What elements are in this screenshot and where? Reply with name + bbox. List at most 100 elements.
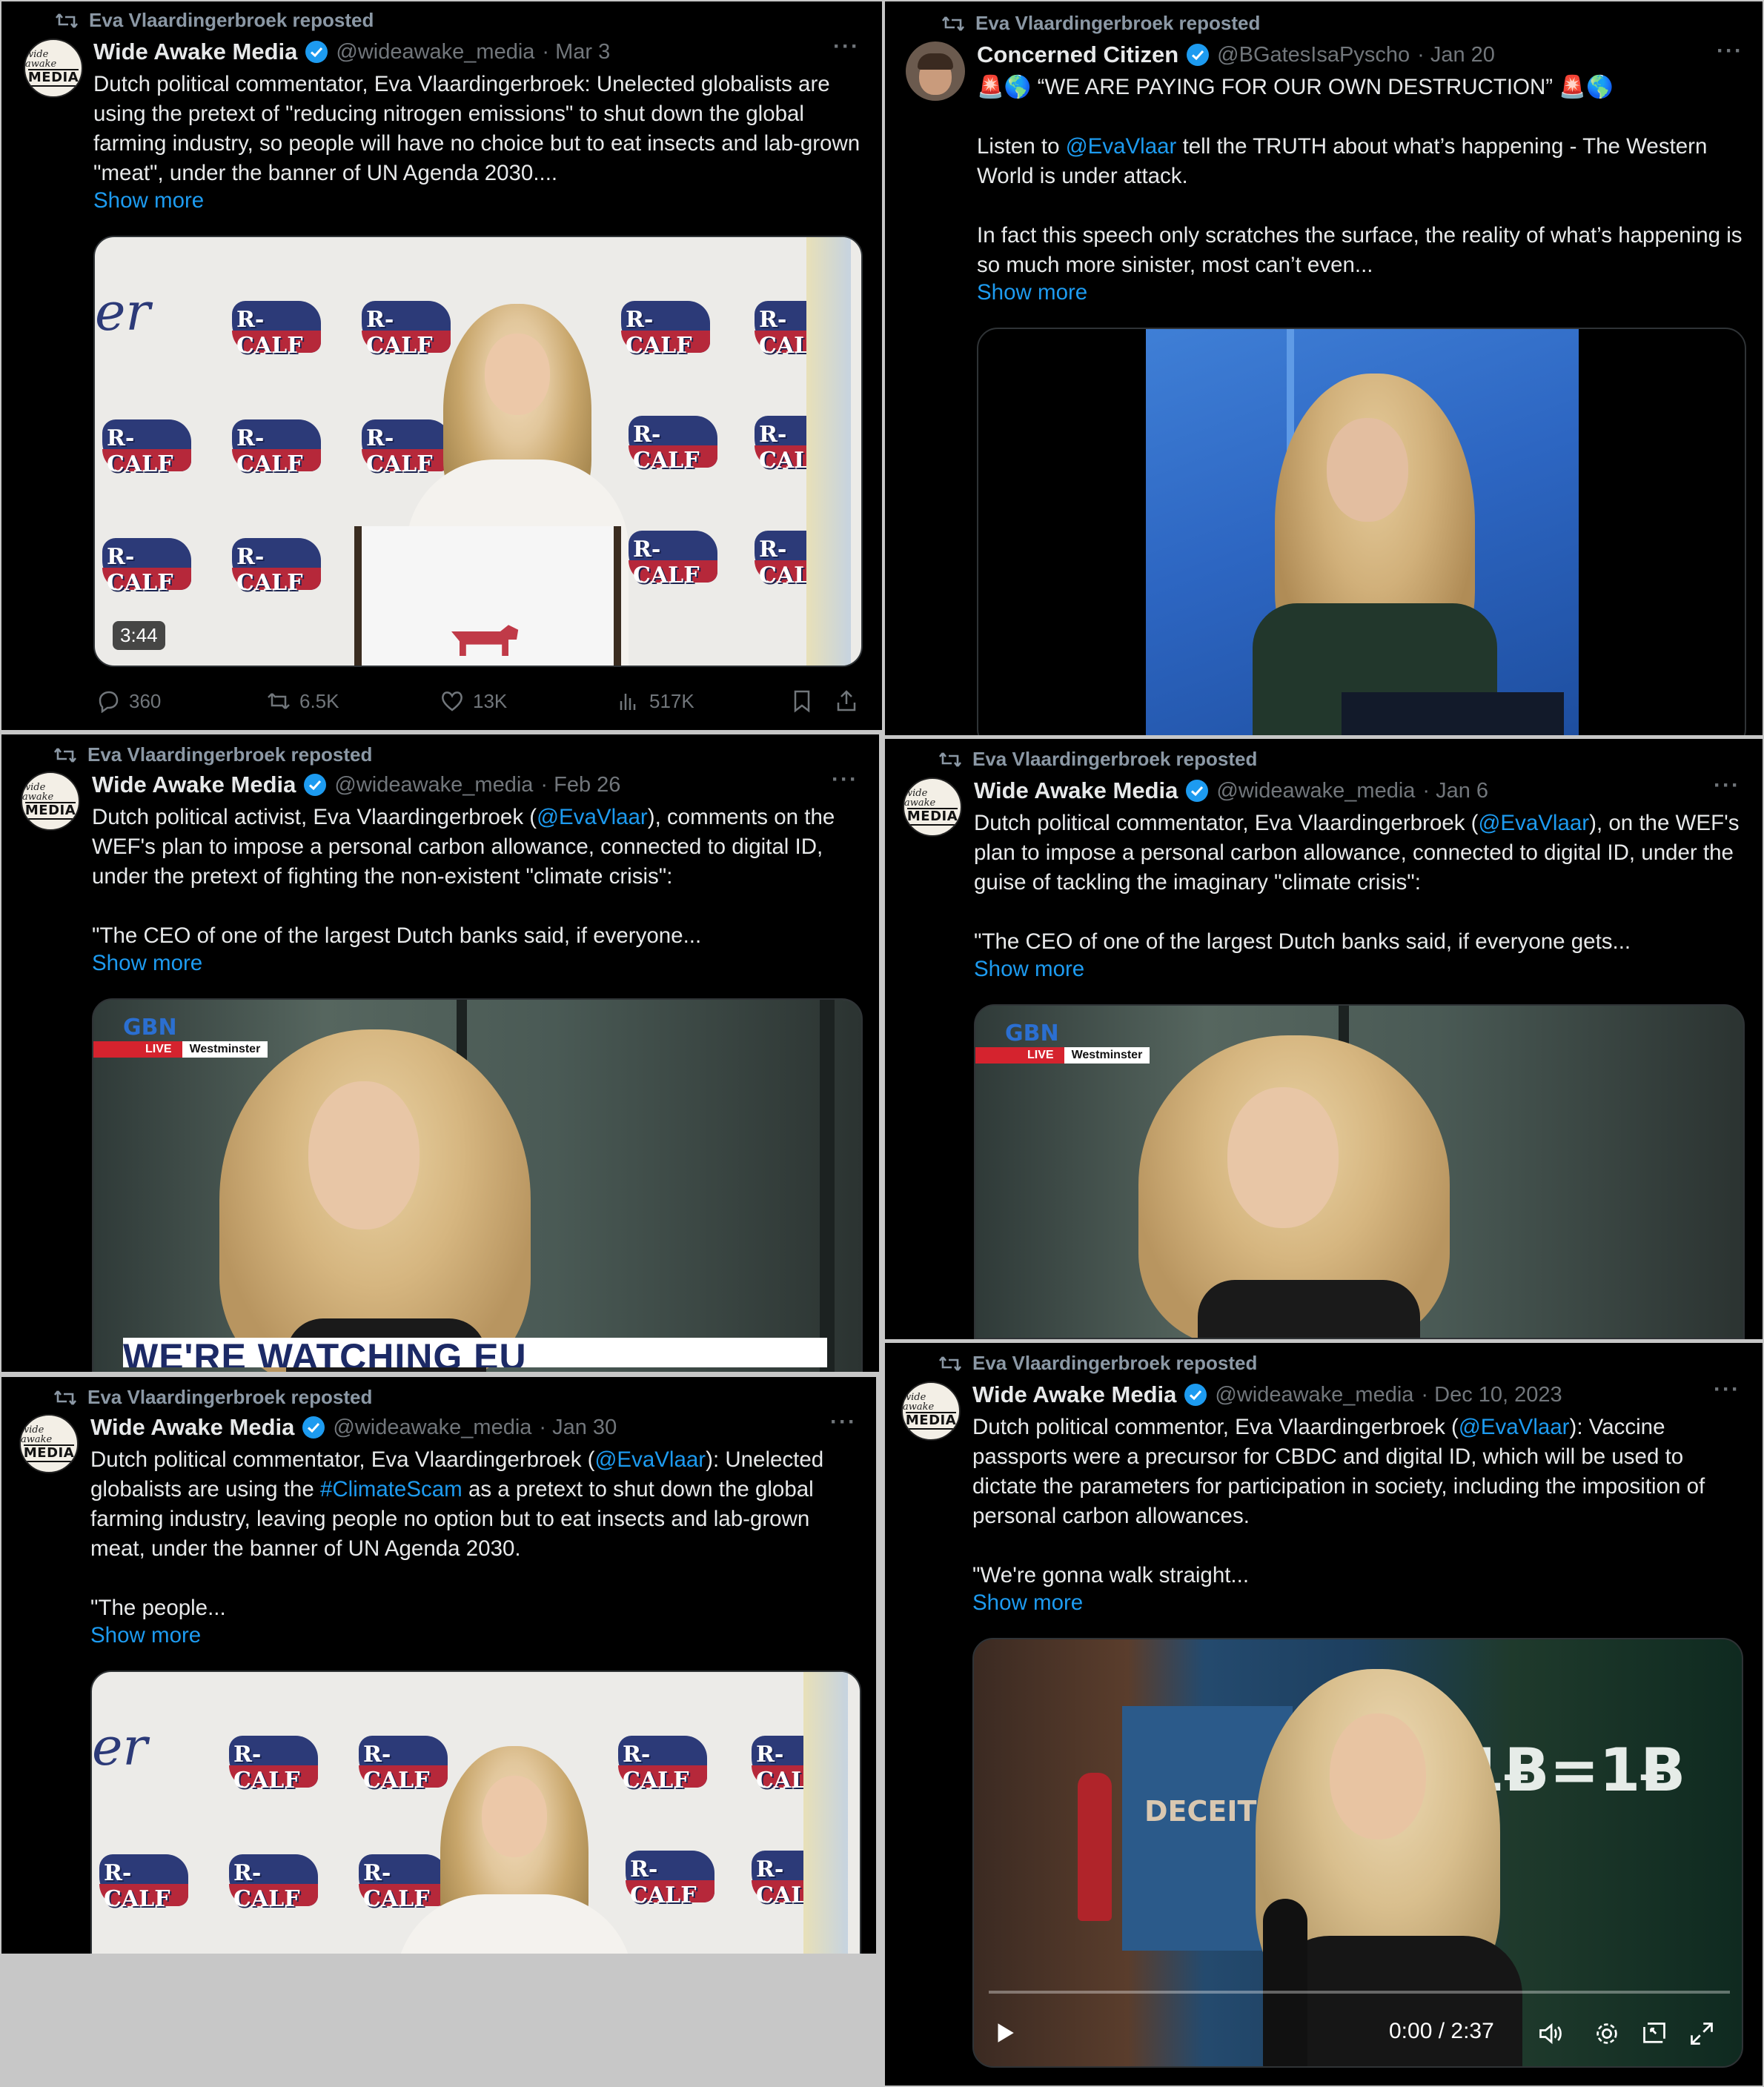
volume-icon[interactable]: [1537, 2020, 1564, 2047]
mention-link[interactable]: @EvaVlaar: [1478, 811, 1589, 835]
post-quote: "The CEO of one of the largest Dutch ban…: [92, 923, 702, 948]
speaker-face: [1227, 1087, 1339, 1228]
show-more-link[interactable]: Show more: [974, 957, 1084, 982]
poster-text: DECEIT: [1144, 1795, 1257, 1828]
mention-link[interactable]: @EvaVlaar: [537, 805, 648, 829]
post-text-para2: In fact this speech only scratches the s…: [977, 223, 1748, 277]
post-date[interactable]: · Dec 10, 2023: [1421, 1383, 1562, 1407]
video-media[interactable]: er R-CALF R-CALF R-CALF R-CALF R-CALF R-…: [90, 1670, 861, 1954]
more-icon[interactable]: ···: [832, 767, 858, 792]
views-button[interactable]: 517K: [617, 689, 694, 713]
hashtag-link[interactable]: #ClimateScam: [320, 1477, 462, 1502]
post-tile-1[interactable]: Eva Vlaardingerbroek reposted wide awake…: [1, 1, 882, 730]
video-media[interactable]: GBN LIVE Westminster WE'RE WATCHING EU: [92, 998, 863, 1372]
verified-badge-icon: [1184, 1384, 1207, 1406]
show-more-link[interactable]: Show more: [977, 280, 1087, 305]
repost-line: Eva Vlaardingerbroek reposted: [55, 9, 374, 32]
play-icon[interactable]: [992, 2020, 1017, 2045]
author-avatar[interactable]: wide awake MEDIA: [19, 1414, 79, 1473]
author-name[interactable]: Wide Awake Media: [972, 1381, 1176, 1408]
post-tile-3[interactable]: Eva Vlaardingerbroek reposted wide awake…: [1, 734, 879, 1372]
repost-icon: [55, 13, 79, 28]
like-button[interactable]: 13K: [440, 689, 507, 713]
post-text: Dutch political activist, Eva Vlaardinge…: [92, 805, 841, 889]
repost-label: Eva Vlaardingerbroek reposted: [972, 748, 1258, 770]
pip-icon[interactable]: [1641, 2020, 1668, 2047]
author-avatar[interactable]: wide awake MEDIA: [903, 777, 962, 837]
video-media[interactable]: [977, 328, 1746, 735]
post-tile-4[interactable]: Eva Vlaardingerbroek reposted wide awake…: [885, 739, 1763, 1339]
repost-button[interactable]: 6.5K: [267, 689, 339, 713]
progress-bar[interactable]: [989, 1991, 1730, 1994]
author-handle[interactable]: @wideawake_media: [333, 1416, 531, 1440]
author-handle[interactable]: @wideawake_media: [1216, 779, 1415, 803]
author-avatar[interactable]: wide awake MEDIA: [21, 772, 80, 831]
post-text: Dutch political commentator, Eva Vlaardi…: [93, 72, 866, 185]
mention-link[interactable]: @EvaVlaar: [1066, 134, 1177, 159]
mention-link[interactable]: @EvaVlaar: [594, 1447, 706, 1472]
post-header: Wide Awake Media @wideawake_media · Dec …: [972, 1381, 1562, 1408]
post-quote: "The CEO of one of the largest Dutch ban…: [974, 929, 1631, 954]
share-icon[interactable]: [835, 689, 858, 713]
repost-label: Eva Vlaardingerbroek reposted: [89, 9, 374, 31]
bookmark-icon[interactable]: [790, 689, 814, 713]
author-handle[interactable]: @wideawake_media: [336, 40, 534, 64]
author-handle[interactable]: @BGatesIsaPyscho: [1217, 43, 1410, 67]
video-media[interactable]: er R-CALF R-CALF R-CALF R-CALF R-CALF R-…: [93, 236, 863, 667]
fullscreen-icon[interactable]: [1688, 2020, 1715, 2047]
show-more-link[interactable]: Show more: [92, 951, 202, 976]
video-duration: 3:44: [113, 621, 165, 650]
location-label: Westminster: [1064, 1047, 1150, 1064]
reply-button[interactable]: 360: [96, 689, 161, 713]
author-name[interactable]: Concerned Citizen: [977, 42, 1178, 68]
post-header: Wide Awake Media @wideawake_media · Jan …: [90, 1414, 617, 1441]
post-date[interactable]: · Jan 20: [1417, 43, 1495, 67]
speaker-face: [482, 1776, 547, 1857]
author-name[interactable]: Wide Awake Media: [90, 1414, 294, 1441]
avatar-main-text: MEDIA: [905, 1412, 957, 1430]
post-date[interactable]: · Feb 26: [540, 773, 620, 797]
post-date[interactable]: · Jan 30: [539, 1416, 617, 1440]
author-avatar[interactable]: [906, 42, 965, 101]
author-name[interactable]: Wide Awake Media: [92, 772, 296, 798]
post-headline: 🚨🌎 “WE ARE PAYING FOR OUR OWN DESTRUCTIO…: [977, 75, 1614, 99]
show-more-link[interactable]: Show more: [972, 1590, 1083, 1616]
repost-label: Eva Vlaardingerbroek reposted: [972, 1352, 1258, 1374]
post-date[interactable]: · Jan 6: [1422, 779, 1488, 803]
post-tile-5[interactable]: Eva Vlaardingerbroek reposted wide awake…: [1, 1377, 876, 1954]
more-icon[interactable]: ···: [1714, 1377, 1740, 1402]
mention-link[interactable]: @EvaVlaar: [1459, 1415, 1570, 1439]
post-date[interactable]: · Mar 3: [542, 40, 610, 64]
avatar-top-text: wide awake: [25, 49, 57, 70]
video-media[interactable]: GBN LIVE Westminster: [974, 1004, 1745, 1339]
more-icon[interactable]: ···: [830, 1410, 857, 1435]
more-icon[interactable]: ···: [1714, 773, 1740, 798]
author-handle[interactable]: @wideawake_media: [1215, 1383, 1413, 1407]
avatar-top-text: wide awake: [22, 782, 54, 803]
post-quote: "We're gonna walk straight...: [972, 1563, 1250, 1587]
settings-icon[interactable]: [1594, 2020, 1620, 2047]
speaker-top: [1198, 1280, 1420, 1338]
show-more-link[interactable]: Show more: [93, 188, 204, 213]
repost-line: Eva Vlaardingerbroek reposted: [941, 12, 1260, 35]
post-tile-6[interactable]: Eva Vlaardingerbroek reposted wide awake…: [885, 1343, 1763, 2086]
avatar-main-text: MEDIA: [906, 808, 958, 826]
author-avatar[interactable]: wide awake MEDIA: [24, 39, 83, 98]
post-tile-2[interactable]: Eva Vlaardingerbroek reposted Concerned …: [885, 1, 1763, 735]
post-header: Wide Awake Media @wideawake_media · Feb …: [92, 772, 620, 798]
author-name[interactable]: Wide Awake Media: [93, 39, 297, 65]
more-icon[interactable]: ···: [833, 34, 860, 59]
post-header: Wide Awake Media @wideawake_media · Mar …: [93, 39, 610, 65]
avatar-main-text: MEDIA: [27, 69, 79, 87]
more-icon[interactable]: ···: [1717, 39, 1743, 64]
post-text: Dutch political commentator, Eva Vlaardi…: [974, 811, 1745, 895]
author-avatar[interactable]: wide awake MEDIA: [901, 1381, 961, 1441]
show-more-link[interactable]: Show more: [90, 1623, 201, 1648]
repost-line: Eva Vlaardingerbroek reposted: [938, 748, 1257, 771]
speaker-face: [1327, 418, 1408, 522]
author-handle[interactable]: @wideawake_media: [334, 773, 533, 797]
author-name[interactable]: Wide Awake Media: [974, 777, 1178, 804]
avatar-main-text: MEDIA: [23, 1444, 75, 1462]
video-player[interactable]: DECEIT 1Ƀ=1Ƀ 0:00 / 2:37: [972, 1638, 1743, 2068]
location-label: Westminster: [182, 1041, 268, 1058]
